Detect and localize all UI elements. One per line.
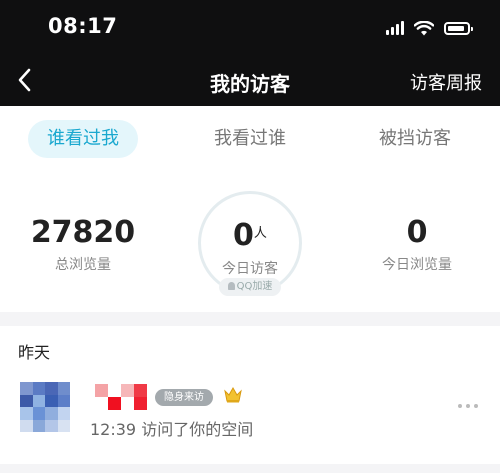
total-views-label: 总浏览量	[55, 257, 111, 273]
today-visitors-unit: 人	[253, 226, 267, 241]
today-views-label: 今日浏览量	[382, 257, 452, 273]
visitor-summary: 谁看过我 我看过谁 被挡访客 27820 总浏览量 0人 今日访客 QQ加速 0…	[0, 106, 500, 312]
tab-who-visited-me[interactable]: 谁看过我	[28, 120, 138, 158]
avatar[interactable]	[20, 382, 70, 432]
battery-icon	[444, 21, 473, 35]
crown-icon	[224, 386, 242, 403]
qq-speed-badge[interactable]: QQ加速	[219, 278, 281, 296]
weekly-report-link[interactable]: 访客周报	[410, 69, 482, 95]
wifi-icon	[414, 20, 434, 35]
today-views-value: 0	[406, 215, 428, 250]
visitor-list: 昨天 隐身来访 12:39 访问了你的空间	[0, 326, 500, 464]
tab-blocked-visitors[interactable]: 被挡访客	[360, 120, 470, 158]
bell-icon	[227, 282, 235, 290]
header: 08:17 我的访客 访客周报	[0, 0, 500, 106]
tab-who-i-visited[interactable]: 我看过谁	[190, 120, 310, 158]
total-views-value: 27820	[30, 215, 136, 250]
list-item[interactable]: 隐身来访 12:39 访问了你的空间	[0, 372, 500, 452]
visit-description: 12:39 访问了你的空间	[90, 420, 254, 439]
status-time: 08:17	[48, 14, 118, 38]
section-title: 昨天	[18, 343, 51, 362]
more-options-icon[interactable]	[458, 404, 478, 408]
today-visitors-value: 0	[233, 218, 254, 253]
today-visitors-label: 今日访客	[222, 261, 278, 277]
hidden-visit-badge: 隐身来访	[155, 389, 213, 406]
total-views-stat: 27820 总浏览量	[13, 216, 153, 274]
status-icons	[386, 18, 473, 38]
today-views-stat: 0 今日浏览量	[347, 216, 487, 274]
signal-icon	[386, 21, 404, 35]
nickname-mosaic	[95, 384, 147, 410]
